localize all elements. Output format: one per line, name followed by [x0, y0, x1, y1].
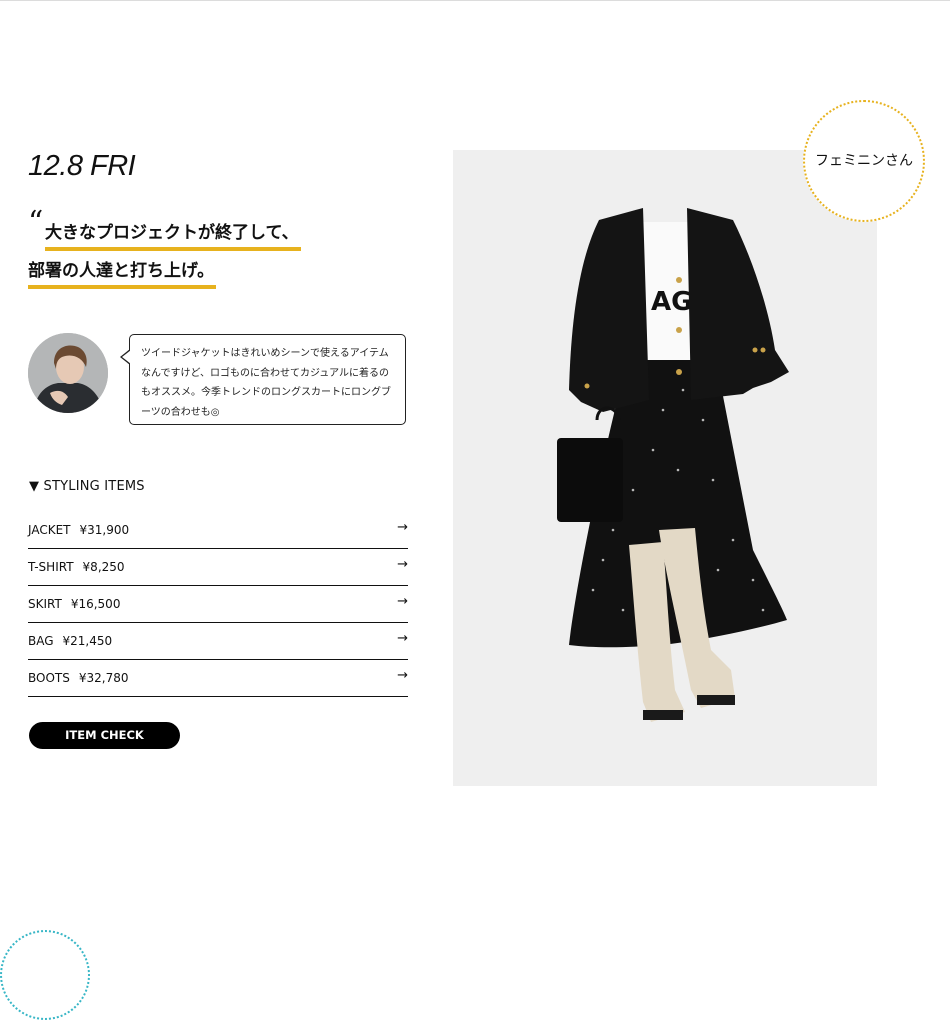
styling-items-heading: ▼ STYLING ITEMS — [29, 479, 145, 494]
arrow-right-icon[interactable]: → — [397, 557, 408, 572]
top-divider — [0, 0, 950, 1]
comment-text: ツイードジャケットはきれいめシーンで使えるアイテムなんですけど、ロゴものに合わせ… — [141, 348, 391, 418]
item-name: BAG — [28, 634, 54, 648]
category-badge-label: フェミニンさん — [815, 153, 913, 169]
item-row-tshirt[interactable]: T-SHIRT ¥8,250 → — [28, 549, 408, 586]
item-check-button[interactable]: ITEM CHECK — [29, 722, 180, 749]
item-price: ¥21,450 — [62, 634, 113, 648]
item-price: ¥32,780 — [78, 671, 129, 685]
styling-items-list: JACKET ¥31,900 → T-SHIRT ¥8,250 → SKIRT ¥16… — [28, 512, 408, 697]
headline-line-2: 部署の人達と打ち上げ。 — [28, 260, 217, 289]
decorative-circle — [0, 930, 90, 1020]
item-name: BOOTS — [28, 671, 70, 685]
item-row-skirt[interactable]: SKIRT ¥16,500 → — [28, 586, 408, 623]
date-heading: 12.8 FRI — [28, 150, 136, 182]
quote-mark: “ — [28, 205, 44, 240]
item-row-boots[interactable]: BOOTS ¥32,780 → — [28, 660, 408, 697]
arrow-right-icon[interactable]: → — [397, 631, 408, 646]
item-price: ¥8,250 — [82, 560, 125, 574]
category-badge: フェミニンさん — [803, 100, 925, 222]
arrow-right-icon[interactable]: → — [397, 520, 408, 535]
item-price: ¥31,900 — [79, 523, 130, 537]
outfit-illustration: AGE — [453, 150, 877, 786]
item-name: SKIRT — [28, 597, 62, 611]
item-price: ¥16,500 — [70, 597, 121, 611]
avatar-portrait — [28, 333, 108, 413]
item-row-jacket[interactable]: JACKET ¥31,900 → — [28, 512, 408, 549]
avatar — [28, 333, 108, 413]
outfit-photo: AGE — [453, 150, 877, 786]
headline-line-1: 大きなプロジェクトが終了して、 — [45, 222, 301, 251]
item-name: T-SHIRT — [28, 560, 74, 574]
arrow-right-icon[interactable]: → — [397, 668, 408, 683]
item-row-bag[interactable]: BAG ¥21,450 → — [28, 623, 408, 660]
comment-bubble: ツイードジャケットはきれいめシーンで使えるアイテムなんですけど、ロゴものに合わせ… — [120, 334, 406, 425]
item-name: JACKET — [28, 523, 71, 537]
arrow-right-icon[interactable]: → — [397, 594, 408, 609]
